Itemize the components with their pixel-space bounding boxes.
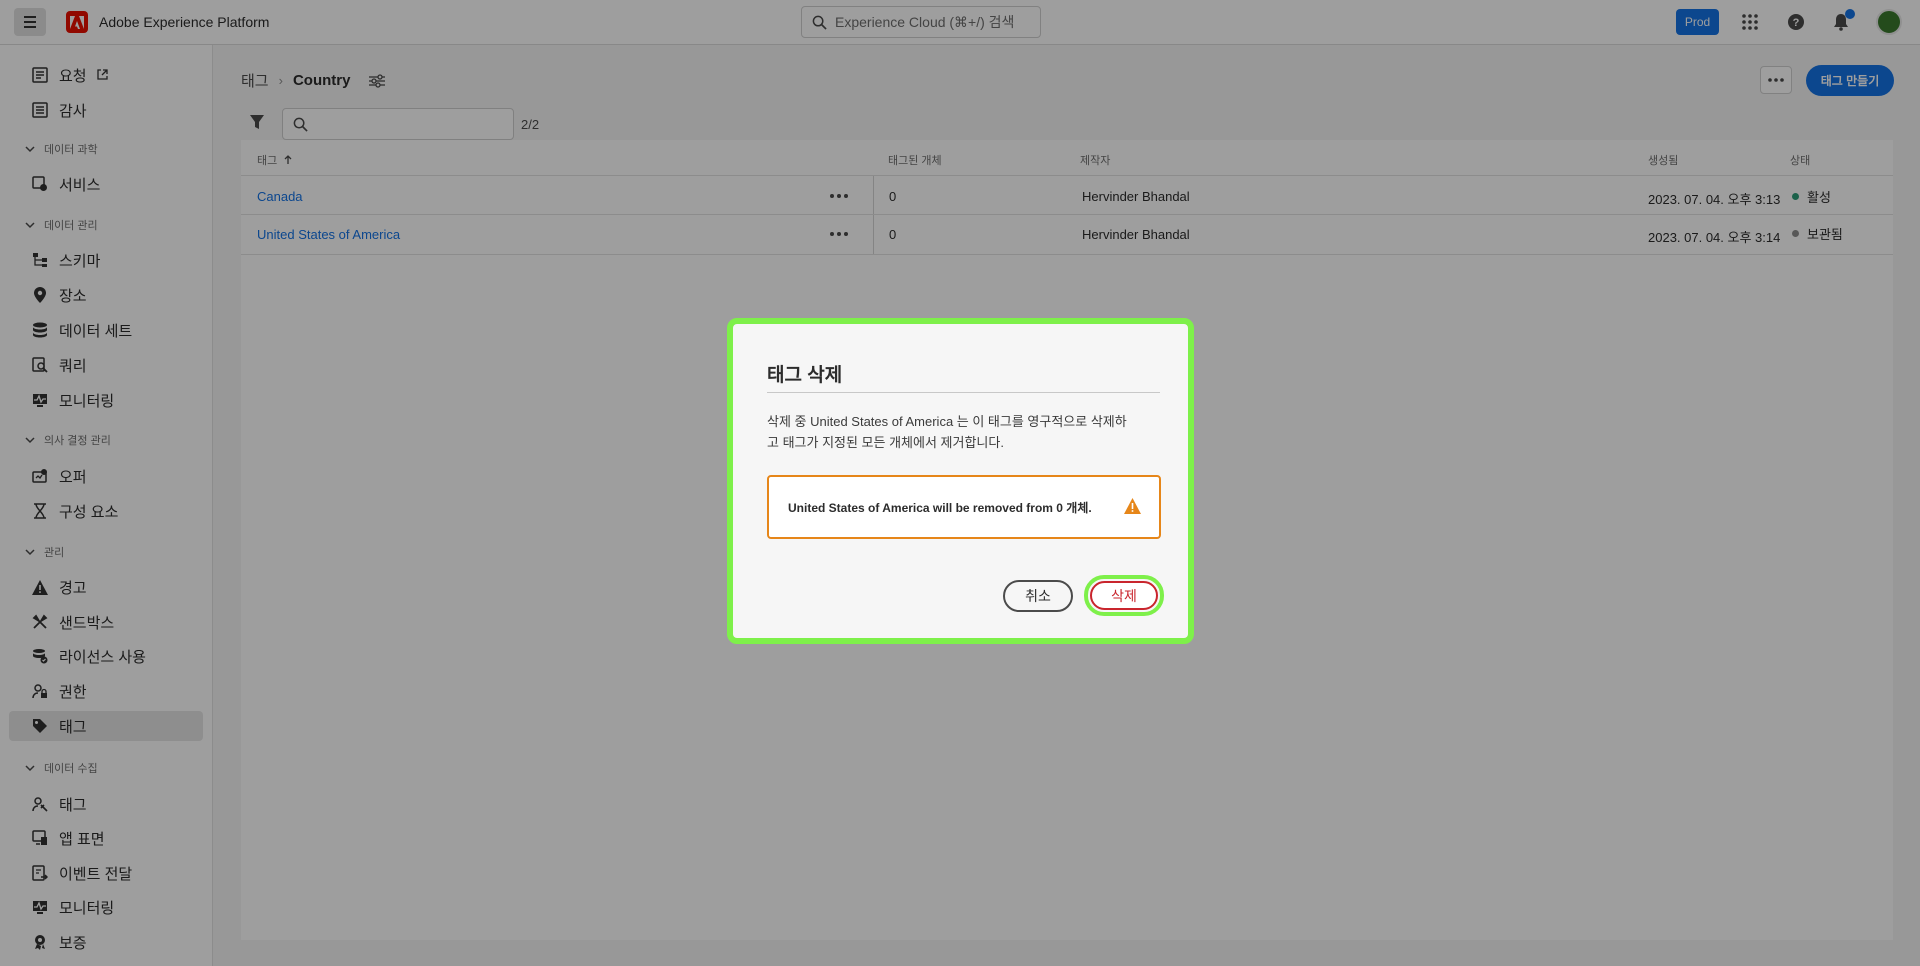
warning-text: United States of America will be removed…	[788, 500, 1092, 515]
dialog-body: 삭제 중 United States of America 는 이 태그를 영구…	[767, 411, 1162, 453]
cancel-button[interactable]: 취소	[1003, 580, 1073, 612]
dialog-body-line: 고 태그가 지정된 모든 개체에서 제거합니다.	[767, 435, 1004, 450]
dialog-body-line: 삭제 중 United States of America 는 이 태그를 영구…	[767, 414, 1127, 429]
warning-message: United States of America will be removed…	[767, 475, 1161, 539]
dialog-title: 태그 삭제	[767, 365, 843, 386]
warning-icon	[1124, 498, 1141, 519]
delete-tag-dialog: 태그 삭제 삭제 중 United States of America 는 이 …	[727, 318, 1194, 644]
dialog-divider	[767, 392, 1160, 393]
delete-button-highlight: 삭제	[1084, 575, 1164, 616]
delete-button[interactable]: 삭제	[1090, 581, 1158, 610]
